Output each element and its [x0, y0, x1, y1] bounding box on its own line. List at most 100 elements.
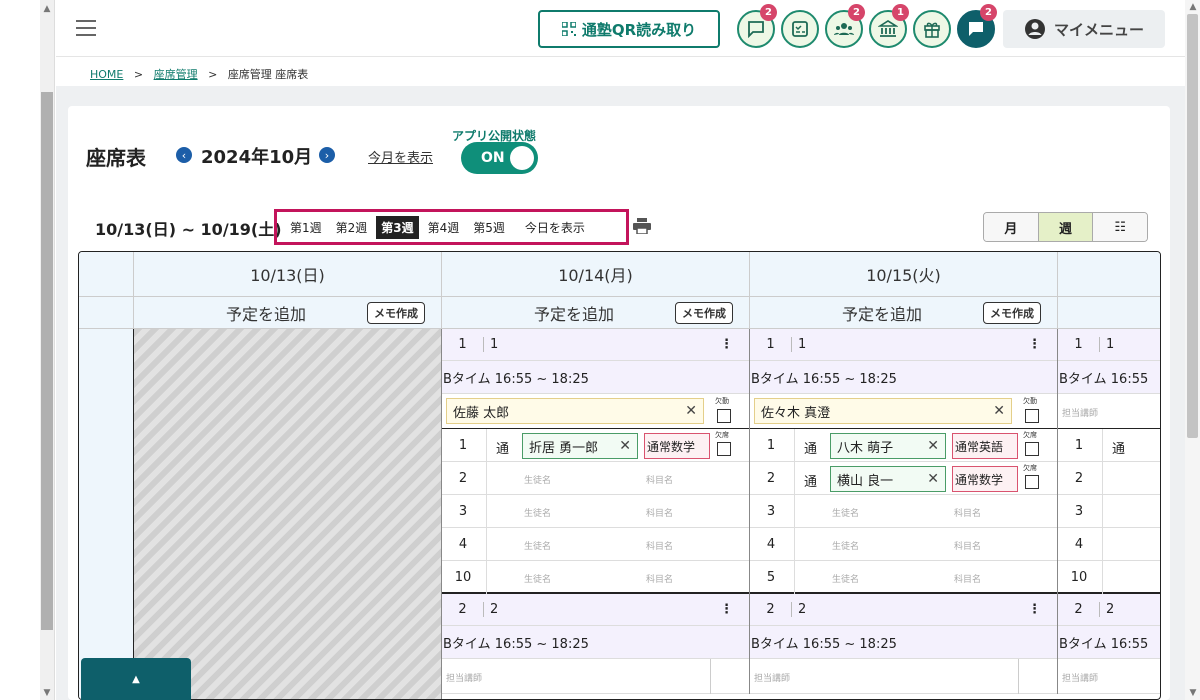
my-menu-button[interactable]: マイメニュー — [1003, 10, 1165, 48]
group-button[interactable]: 2 — [825, 4, 865, 48]
absent-work-checkbox[interactable] — [1025, 409, 1039, 423]
absent-checkbox[interactable] — [717, 442, 731, 456]
memo-create-button[interactable]: メモ作成 — [983, 302, 1041, 324]
slot-value: 1 — [798, 337, 807, 352]
student-row: 4 — [1058, 528, 1160, 561]
student-field[interactable]: 八木 萌子 ✕ — [830, 433, 946, 459]
scroll-down-arrow-icon[interactable]: ▼ — [41, 688, 53, 698]
subject-placeholder[interactable]: 科目名 — [646, 506, 673, 519]
bank-badge: 1 — [892, 4, 909, 21]
close-icon[interactable]: ✕ — [619, 438, 631, 454]
student-placeholder[interactable]: 生徒名 — [524, 539, 551, 552]
student-placeholder[interactable]: 生徒名 — [832, 539, 859, 552]
week-tab-3[interactable]: 第3週 — [376, 215, 419, 239]
message-button[interactable]: 2 — [737, 4, 777, 48]
week-tab-1[interactable]: 第1週 — [285, 216, 327, 239]
week-tab-2[interactable]: 第2週 — [331, 216, 373, 239]
chat-button[interactable]: 2 — [957, 4, 997, 48]
list-view-icon[interactable]: ☷ — [1093, 213, 1147, 241]
seat-number: 2 — [458, 471, 468, 486]
subject-name: 通常数学 — [647, 439, 696, 454]
right-scroll-thumb[interactable] — [1187, 14, 1198, 438]
close-icon[interactable]: ✕ — [927, 438, 939, 454]
subject-field[interactable]: 通常英語 — [952, 433, 1018, 459]
teacher-placeholder[interactable]: 担当講師 — [1062, 406, 1098, 419]
teacher-placeholder[interactable]: 担当講師 — [446, 671, 482, 684]
teacher-field[interactable]: 佐藤 太郎 ✕ — [446, 398, 704, 424]
close-icon[interactable]: ✕ — [993, 403, 1005, 419]
month-view-button[interactable]: 月 — [984, 213, 1039, 241]
absent-work-checkbox[interactable] — [717, 409, 731, 423]
absent-checkbox[interactable] — [1025, 475, 1039, 489]
subject-field[interactable]: 通常数学 — [644, 433, 710, 459]
seat-number: 5 — [766, 570, 776, 585]
subject-placeholder[interactable]: 科目名 — [646, 539, 673, 552]
week-view-button[interactable]: 週 — [1038, 213, 1094, 241]
bank-button[interactable]: 1 — [869, 4, 909, 48]
add-schedule-link[interactable]: 予定を追加 — [534, 301, 614, 325]
teacher-name: 佐々木 真澄 — [761, 405, 831, 421]
breadcrumb-home[interactable]: HOME — [90, 68, 123, 81]
scroll-to-top-button[interactable]: ▲ — [81, 658, 191, 700]
add-schedule-link[interactable]: 予定を追加 — [842, 301, 922, 325]
close-icon[interactable]: ✕ — [927, 471, 939, 487]
subject-placeholder[interactable]: 科目名 — [646, 473, 673, 486]
subject-placeholder[interactable]: 科目名 — [954, 539, 981, 552]
group-badge: 2 — [848, 4, 865, 21]
subject-placeholder[interactable]: 科目名 — [954, 506, 981, 519]
slot-number: 1 — [442, 337, 484, 352]
gift-button[interactable] — [913, 10, 951, 48]
time-slot: Bタイム 16:55 ~ 18:25 — [750, 626, 1057, 659]
print-icon[interactable] — [633, 218, 651, 234]
day-header-sun: 10/13(日) — [134, 252, 442, 297]
more-vert-icon[interactable]: ⋮ — [1028, 337, 1041, 352]
show-today-button[interactable]: 今日を表示 — [520, 216, 590, 239]
row-label-column — [79, 329, 134, 699]
close-icon[interactable]: ✕ — [685, 403, 697, 419]
left-scroll-thumb[interactable] — [41, 92, 53, 630]
subject-placeholder[interactable]: 科目名 — [954, 572, 981, 585]
seat-number: 4 — [458, 537, 468, 552]
show-this-month-link[interactable]: 今月を表示 — [368, 147, 433, 166]
teacher-placeholder[interactable]: 担当講師 — [1062, 671, 1098, 684]
scroll-down-arrow-icon[interactable]: ▼ — [1187, 688, 1199, 698]
breadcrumb-seat-management[interactable]: 座席管理 — [154, 68, 198, 81]
seat-number: 3 — [766, 504, 776, 519]
more-vert-icon[interactable]: ⋮ — [1028, 602, 1041, 617]
publish-toggle[interactable]: ON — [461, 142, 538, 174]
student-placeholder[interactable]: 生徒名 — [524, 506, 551, 519]
memo-create-button[interactable]: メモ作成 — [675, 302, 733, 324]
more-vert-icon[interactable]: ⋮ — [720, 602, 733, 617]
student-placeholder[interactable]: 生徒名 — [524, 572, 551, 585]
slot-header: 1 1 ⋮ — [750, 329, 1057, 361]
attend-type-empty — [1102, 495, 1134, 528]
attend-type-empty — [486, 528, 518, 561]
week-selector: 第1週 第2週 第3週 第4週 第5週 今日を表示 — [274, 209, 629, 245]
student-field[interactable]: 折居 勇一郎 ✕ — [522, 433, 638, 459]
student-placeholder[interactable]: 生徒名 — [832, 506, 859, 519]
teacher-field[interactable]: 佐々木 真澄 ✕ — [754, 398, 1012, 424]
chat-badge: 2 — [980, 4, 997, 21]
next-month-button[interactable]: › — [319, 147, 335, 163]
student-placeholder[interactable]: 生徒名 — [832, 572, 859, 585]
more-vert-icon[interactable]: ⋮ — [720, 337, 733, 352]
qr-scan-button[interactable]: 通塾QR読み取り — [538, 10, 720, 48]
absent-checkbox[interactable] — [1025, 442, 1039, 456]
student-field[interactable]: 横山 良一 ✕ — [830, 466, 946, 492]
subject-field[interactable]: 通常数学 — [952, 466, 1018, 492]
seat-number: 2 — [766, 471, 776, 486]
add-schedule-link[interactable]: 予定を追加 — [226, 301, 306, 325]
scroll-up-arrow-icon[interactable]: ▲ — [1187, 2, 1199, 12]
teacher-placeholder[interactable]: 担当講師 — [754, 671, 790, 684]
student-placeholder[interactable]: 生徒名 — [524, 473, 551, 486]
day-header-mon: 10/14(月) — [442, 252, 750, 297]
week-tab-5[interactable]: 第5週 — [468, 216, 510, 239]
hamburger-menu-icon[interactable] — [76, 20, 96, 36]
week-tab-4[interactable]: 第4週 — [423, 216, 465, 239]
checklist-button[interactable] — [781, 10, 819, 48]
memo-create-button[interactable]: メモ作成 — [367, 302, 425, 324]
day-header-tue: 10/15(火) — [750, 252, 1058, 297]
scroll-up-arrow-icon[interactable]: ▲ — [41, 4, 53, 14]
prev-month-button[interactable]: ‹ — [176, 147, 192, 163]
subject-placeholder[interactable]: 科目名 — [646, 572, 673, 585]
